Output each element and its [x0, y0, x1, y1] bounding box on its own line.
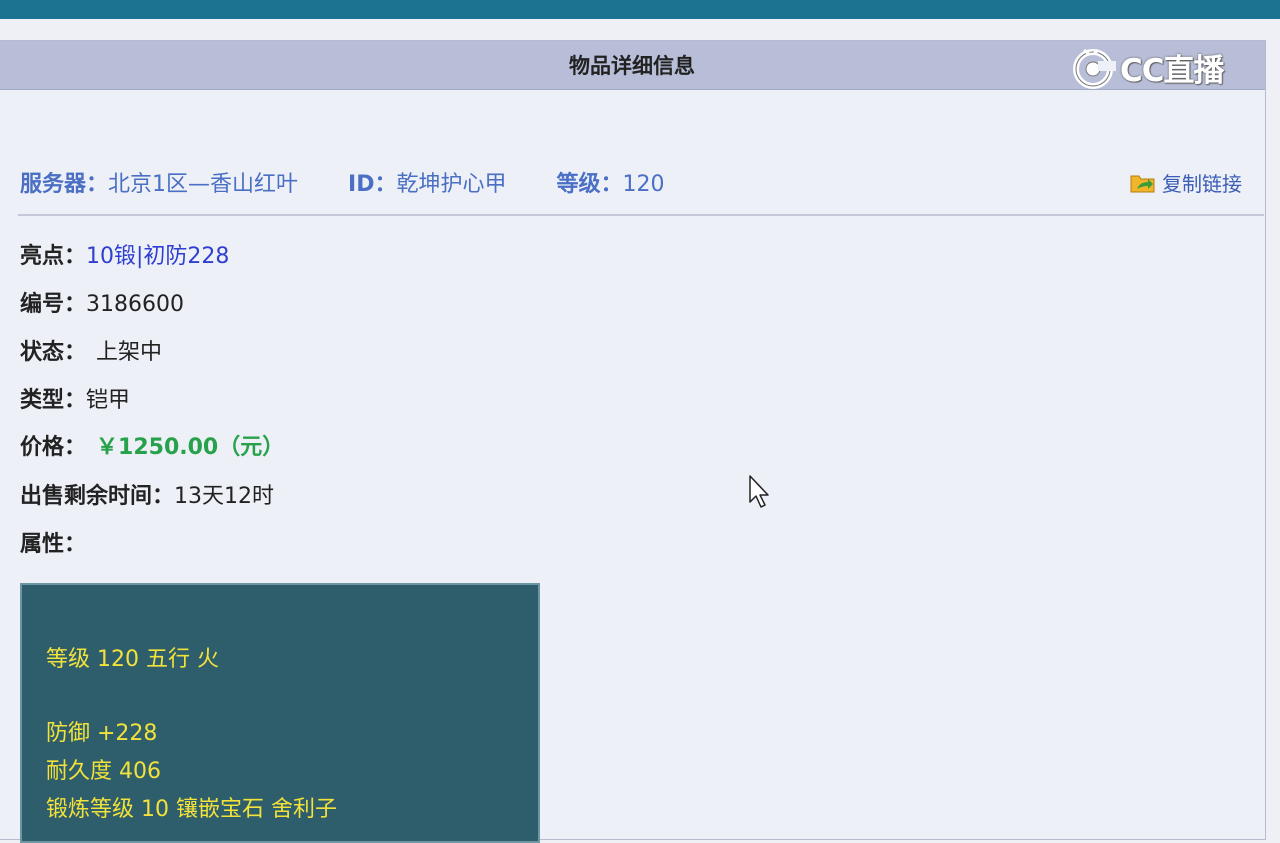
copy-link-button[interactable]: 复制链接 — [1130, 168, 1242, 197]
mouse-cursor-icon — [749, 475, 769, 508]
remaining-time-label: 出售剩余时间： — [20, 484, 175, 509]
id-info: ID：乾坤护心甲 — [348, 166, 506, 198]
divider — [18, 214, 1264, 216]
type-label: 类型： — [20, 388, 87, 413]
price-field: 价格： ￥1250.00（元） — [20, 429, 284, 461]
attr-line-forge: 锻炼等级 10 镶嵌宝石 舍利子 — [46, 797, 337, 822]
level-label: 等级： — [556, 172, 623, 197]
number-field: 编号：3186600 — [20, 286, 184, 318]
attributes-label: 属性： — [20, 532, 87, 557]
highlight-label: 亮点： — [20, 244, 87, 269]
attr-line-level: 等级 120 五行 火 — [46, 647, 219, 672]
server-value: 北京1区—香山红叶 — [108, 172, 299, 197]
cc-logo-icon — [1073, 48, 1116, 89]
server-info: 服务器：北京1区—香山红叶 — [20, 166, 298, 198]
number-value: 3186600 — [86, 292, 184, 317]
folder-share-icon — [1130, 175, 1155, 192]
attributes-field: 属性： — [20, 526, 86, 558]
attr-line-defense: 防御 +228 — [46, 721, 158, 746]
item-info-row: 服务器：北京1区—香山红叶 ID：乾坤护心甲 等级：120 — [20, 166, 715, 198]
type-value: 铠甲 — [86, 388, 131, 413]
top-bar — [0, 0, 1280, 19]
status-label: 状态： — [20, 340, 87, 365]
logo-text: CC直播 — [1120, 52, 1225, 89]
status-field: 状态： 上架中 — [20, 334, 162, 366]
number-label: 编号： — [20, 292, 87, 317]
highlight-field: 亮点：10锻|初防228 — [20, 238, 229, 270]
id-label: ID： — [348, 172, 397, 197]
level-info: 等级：120 — [556, 166, 664, 198]
remaining-time-field: 出售剩余时间：13天12时 — [20, 478, 274, 510]
copy-link-label: 复制链接 — [1162, 172, 1242, 196]
type-field: 类型：铠甲 — [20, 382, 130, 414]
price-label: 价格： — [20, 435, 87, 460]
server-label: 服务器： — [20, 172, 109, 197]
attributes-box: 等级 120 五行 火 防御 +228 耐久度 406 锻炼等级 10 镶嵌宝石… — [20, 583, 540, 843]
status-value: 上架中 — [96, 340, 163, 365]
cc-live-watermark: CC直播 — [1070, 42, 1225, 92]
remaining-time-value: 13天12时 — [174, 484, 275, 509]
price-value: ￥1250.00（元） — [96, 435, 285, 460]
highlight-value: 10锻|初防228 — [86, 244, 230, 269]
attr-line-durability: 耐久度 406 — [46, 759, 161, 784]
level-value: 120 — [622, 172, 665, 197]
id-value: 乾坤护心甲 — [396, 172, 507, 197]
